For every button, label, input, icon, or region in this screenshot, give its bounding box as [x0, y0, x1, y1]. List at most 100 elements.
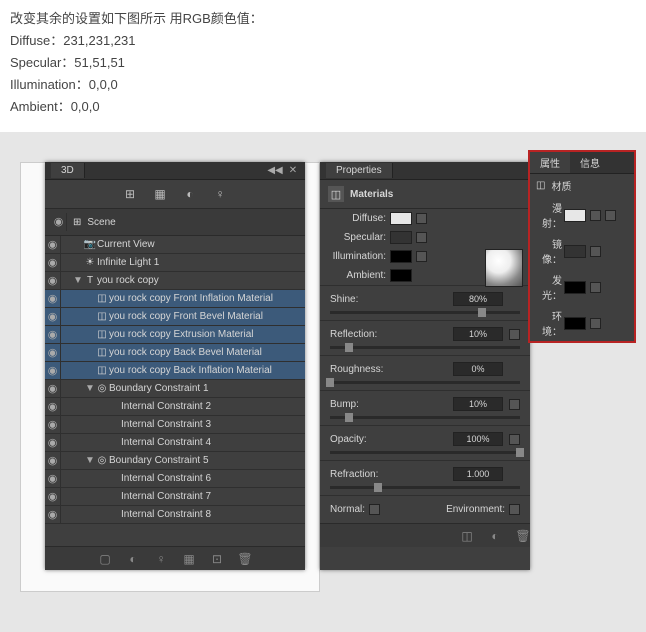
scene-tree[interactable]: ◉ 📷 Current View◉ ☀ Infinite Light 1◉ ▼ …: [45, 236, 305, 546]
filter-icon[interactable]: ⊞: [122, 186, 138, 202]
eye-icon[interactable]: ◉: [45, 506, 61, 523]
tree-item[interactable]: ◉ ◫ you rock copy Front Bevel Material: [45, 308, 305, 326]
trash-icon[interactable]: 🗑: [238, 552, 252, 566]
folder-icon[interactable]: [416, 232, 427, 243]
inset-extra-icon[interactable]: [605, 210, 616, 221]
twisty-icon[interactable]: ▼: [85, 383, 95, 394]
slider-value[interactable]: 10%: [453, 397, 503, 411]
inset-color-swatch[interactable]: [564, 281, 586, 294]
collapse-icon[interactable]: ◀◀: [269, 165, 281, 177]
slider-track[interactable]: [330, 311, 520, 314]
material-type-icon[interactable]: ◫: [328, 186, 344, 202]
slider-track[interactable]: [330, 486, 520, 489]
inset-tab-info[interactable]: 信息: [570, 152, 610, 173]
eye-icon[interactable]: ◉: [45, 452, 61, 469]
material-icon[interactable]: ◐: [182, 186, 198, 202]
inset-folder-icon[interactable]: [590, 282, 601, 293]
slider-thumb[interactable]: [326, 378, 334, 387]
prop-trash-icon[interactable]: 🗑: [516, 529, 530, 543]
slider-value[interactable]: 100%: [453, 432, 503, 446]
slider-thumb[interactable]: [478, 308, 486, 317]
slider-track[interactable]: [330, 416, 520, 419]
folder-icon[interactable]: [509, 399, 520, 410]
inset-color-swatch[interactable]: [564, 317, 586, 330]
folder-icon[interactable]: [416, 251, 427, 262]
color-swatch[interactable]: [390, 269, 412, 282]
slider-thumb[interactable]: [345, 413, 353, 422]
tree-item[interactable]: ◉ ◫ you rock copy Front Inflation Materi…: [45, 290, 305, 308]
panel-prop-title[interactable]: Properties: [326, 163, 393, 178]
twisty-icon[interactable]: ▼: [85, 455, 95, 466]
slider-track[interactable]: [330, 381, 520, 384]
eye-icon[interactable]: ◉: [45, 308, 61, 325]
folder-icon[interactable]: [509, 329, 520, 340]
inset-folder-icon[interactable]: [590, 318, 601, 329]
tree-item[interactable]: ◉ Internal Constraint 6: [45, 470, 305, 488]
light-icon[interactable]: ♀: [212, 186, 228, 202]
slider-track[interactable]: [330, 451, 520, 454]
tree-item[interactable]: ◉ Internal Constraint 2: [45, 398, 305, 416]
slider-value[interactable]: 0%: [453, 362, 503, 376]
eye-icon[interactable]: ◉: [45, 416, 61, 433]
eye-icon[interactable]: ◉: [45, 398, 61, 415]
inset-color-swatch[interactable]: [564, 209, 586, 222]
color-swatch[interactable]: [390, 250, 412, 263]
color-swatch[interactable]: [390, 212, 412, 225]
prop-preset-icon[interactable]: ◫: [460, 529, 474, 543]
tree-item[interactable]: ◉ ◫ you rock copy Back Bevel Material: [45, 344, 305, 362]
instruction-text: 改变其余的设置如下图所示 用RGB颜色值： Diffuse：231,231,23…: [0, 0, 646, 132]
slider-thumb[interactable]: [516, 448, 524, 457]
normal-folder-icon[interactable]: [369, 504, 380, 515]
eye-icon[interactable]: ◉: [45, 380, 61, 397]
env-folder-icon[interactable]: [509, 504, 520, 515]
sphere-icon[interactable]: ◐: [126, 552, 140, 566]
slider-track[interactable]: [330, 346, 520, 349]
mesh-icon[interactable]: ▦: [152, 186, 168, 202]
eye-icon[interactable]: ◉: [45, 344, 61, 361]
settings-icon[interactable]: ⊡: [210, 552, 224, 566]
eye-icon[interactable]: ◉: [45, 272, 61, 289]
tree-item[interactable]: ◉ Internal Constraint 4: [45, 434, 305, 452]
color-swatch[interactable]: [390, 231, 412, 244]
tree-item[interactable]: ◉ ◫ you rock copy Back Inflation Materia…: [45, 362, 305, 380]
eye-icon[interactable]: ◉: [45, 236, 61, 253]
folder-icon[interactable]: [509, 434, 520, 445]
tree-item[interactable]: ◉ ☀ Infinite Light 1: [45, 254, 305, 272]
tree-item[interactable]: ◉ ▼ ◎ Boundary Constraint 1: [45, 380, 305, 398]
tree-item[interactable]: ◉ 📷 Current View: [45, 236, 305, 254]
tree-item[interactable]: ◉ Internal Constraint 8: [45, 506, 305, 524]
inset-folder-icon[interactable]: [590, 246, 601, 257]
light-add-icon[interactable]: ♀: [154, 552, 168, 566]
eye-icon[interactable]: ◉: [45, 362, 61, 379]
slider-value[interactable]: 10%: [453, 327, 503, 341]
panel-3d-title[interactable]: 3D: [51, 163, 85, 178]
tree-item[interactable]: ◉ ▼ ◎ Boundary Constraint 5: [45, 452, 305, 470]
inset-folder-icon[interactable]: [590, 210, 601, 221]
render-icon[interactable]: ▦: [182, 552, 196, 566]
close-icon[interactable]: ✕: [287, 165, 299, 177]
tree-item[interactable]: ◉ Internal Constraint 3: [45, 416, 305, 434]
tree-item[interactable]: ◉ Internal Constraint 7: [45, 488, 305, 506]
slider-thumb[interactable]: [374, 483, 382, 492]
inset-tab-props[interactable]: 属性: [530, 152, 570, 173]
tree-item[interactable]: ◉ ▼ T you rock copy: [45, 272, 305, 290]
folder-icon[interactable]: [416, 213, 427, 224]
inset-color-swatch[interactable]: [564, 245, 586, 258]
tree-item[interactable]: ◉ ◫ you rock copy Extrusion Material: [45, 326, 305, 344]
eye-icon[interactable]: ◉: [45, 326, 61, 343]
twisty-icon[interactable]: ▼: [73, 275, 83, 286]
slider-thumb[interactable]: [345, 343, 353, 352]
eye-icon[interactable]: ◉: [45, 470, 61, 487]
slider-value[interactable]: 1.000: [453, 467, 503, 481]
cube-icon[interactable]: ▢: [98, 552, 112, 566]
eye-icon[interactable]: ◉: [45, 254, 61, 271]
eye-icon[interactable]: ◉: [45, 488, 61, 505]
material-preview-sphere[interactable]: [485, 249, 523, 287]
prop-sphere-icon[interactable]: ◐: [488, 529, 502, 543]
eye-icon[interactable]: ◉: [51, 213, 67, 231]
scene-row[interactable]: ◉ ⊞ Scene: [45, 209, 305, 236]
slider-row: Reflection: 10%: [320, 320, 530, 355]
eye-icon[interactable]: ◉: [45, 290, 61, 307]
eye-icon[interactable]: ◉: [45, 434, 61, 451]
slider-value[interactable]: 80%: [453, 292, 503, 306]
